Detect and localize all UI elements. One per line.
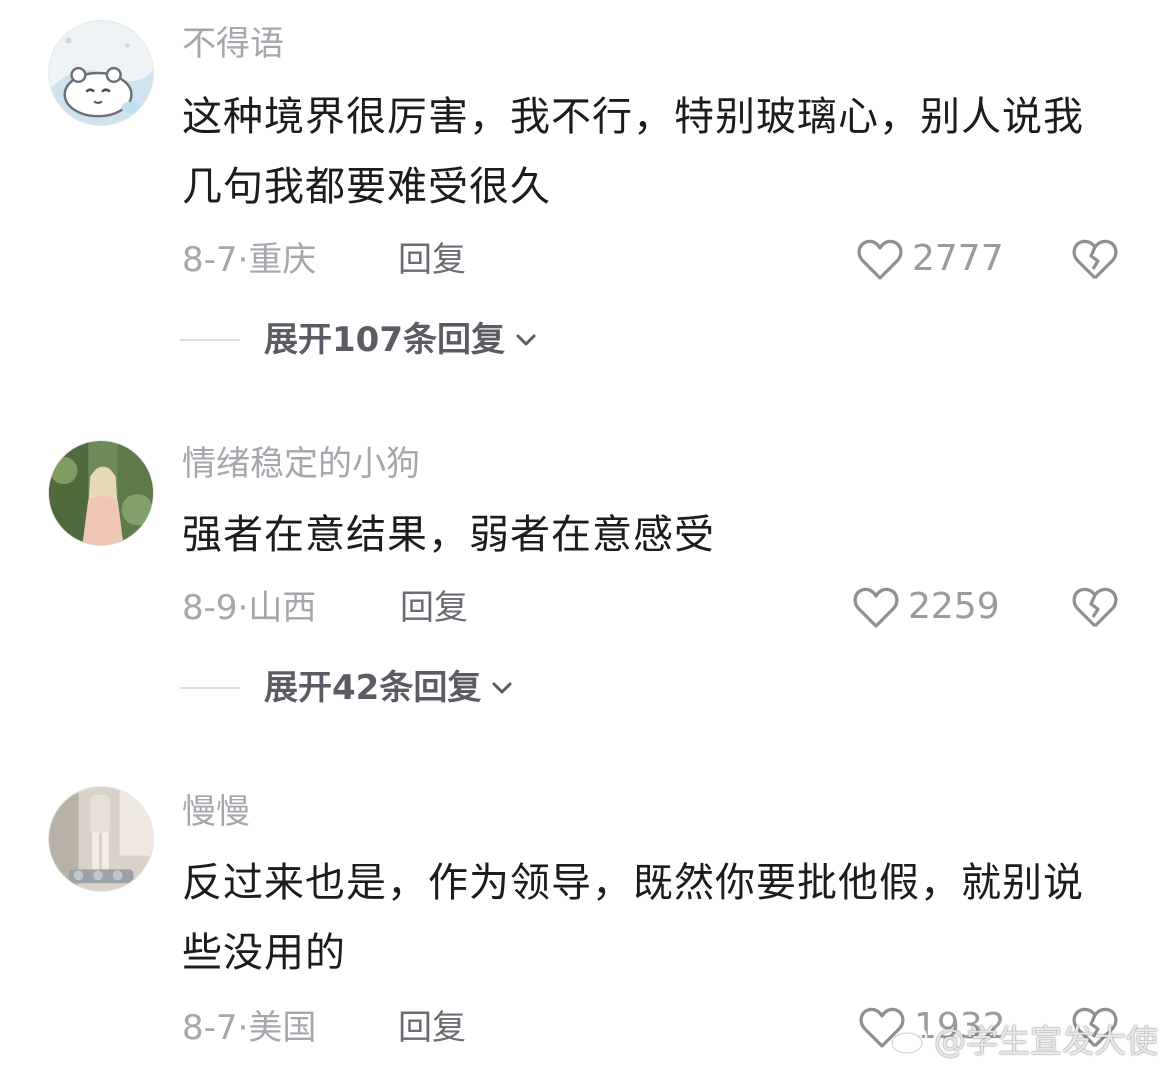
expand-replies-label: 展开107条回复 — [264, 320, 505, 360]
comment-location: 美国 — [248, 1008, 317, 1048]
avatar[interactable] — [48, 786, 154, 892]
comment-location: 重庆 — [248, 240, 317, 280]
meta-separator: · — [237, 240, 249, 280]
expand-replies-button[interactable]: 展开42条回复 — [180, 668, 515, 708]
comment-username[interactable]: 不得语 — [182, 24, 284, 64]
meta-separator: · — [237, 1008, 249, 1048]
like-button[interactable]: 2777 — [856, 236, 1004, 282]
chevron-down-icon — [513, 327, 539, 353]
like-count: 2259 — [908, 586, 1000, 627]
comment-text: 强者在意结果，弱者在意感受 — [182, 512, 715, 558]
comment-text: 这种境界很厉害，我不行，特别玻璃心，别人说我几句我都要难受很久 — [182, 94, 1084, 210]
avatar[interactable] — [48, 20, 154, 126]
expand-replies-label: 展开42条回复 — [264, 668, 482, 708]
like-button[interactable]: 2259 — [852, 584, 1000, 630]
comment-username[interactable]: 慢慢 — [182, 792, 250, 832]
broken-heart-icon — [1072, 236, 1118, 282]
heart-outline-icon — [852, 584, 900, 630]
chevron-down-icon — [489, 675, 515, 701]
avatar[interactable] — [48, 440, 154, 546]
reply-button[interactable]: 回复 — [398, 1008, 466, 1048]
comment-date: 8-7 — [182, 1008, 238, 1048]
watermark-text: @学生宣发大使 — [933, 1022, 1158, 1060]
divider-line — [180, 687, 240, 689]
meta-separator: · — [237, 588, 249, 628]
comment-date: 8-7 — [182, 240, 238, 280]
divider-line — [180, 339, 240, 341]
comment-meta: 8-7·美国 — [182, 1008, 316, 1048]
comment-text: 反过来也是，作为领导，既然你要批他假，就别说些没用的 — [182, 860, 1084, 976]
comment-item: 不得语 这种境界很厉害，我不行，特别玻璃心，别人说我几句我都要难受很久 8-7·… — [0, 0, 1170, 400]
comment-meta: 8-9·山西 — [182, 588, 316, 628]
dislike-button[interactable] — [1072, 236, 1118, 282]
like-count: 2777 — [912, 238, 1004, 279]
comment-meta: 8-7·重庆 — [182, 240, 316, 280]
heart-outline-icon — [856, 236, 904, 282]
comment-date: 8-9 — [182, 588, 238, 628]
expand-replies-button[interactable]: 展开107条回复 — [180, 320, 539, 360]
watermark: @学生宣发大使 — [890, 1016, 1158, 1062]
weibo-logo-icon — [890, 1023, 930, 1055]
reply-button[interactable]: 回复 — [398, 240, 466, 280]
comment-username[interactable]: 情绪稳定的小狗 — [182, 444, 420, 484]
broken-heart-icon — [1072, 584, 1118, 630]
dislike-button[interactable] — [1072, 584, 1118, 630]
comment-item: 情绪稳定的小狗 强者在意结果，弱者在意感受 8-9·山西 回复 2259 展开4… — [0, 400, 1170, 760]
comment-location: 山西 — [248, 588, 317, 628]
reply-button[interactable]: 回复 — [400, 588, 468, 628]
